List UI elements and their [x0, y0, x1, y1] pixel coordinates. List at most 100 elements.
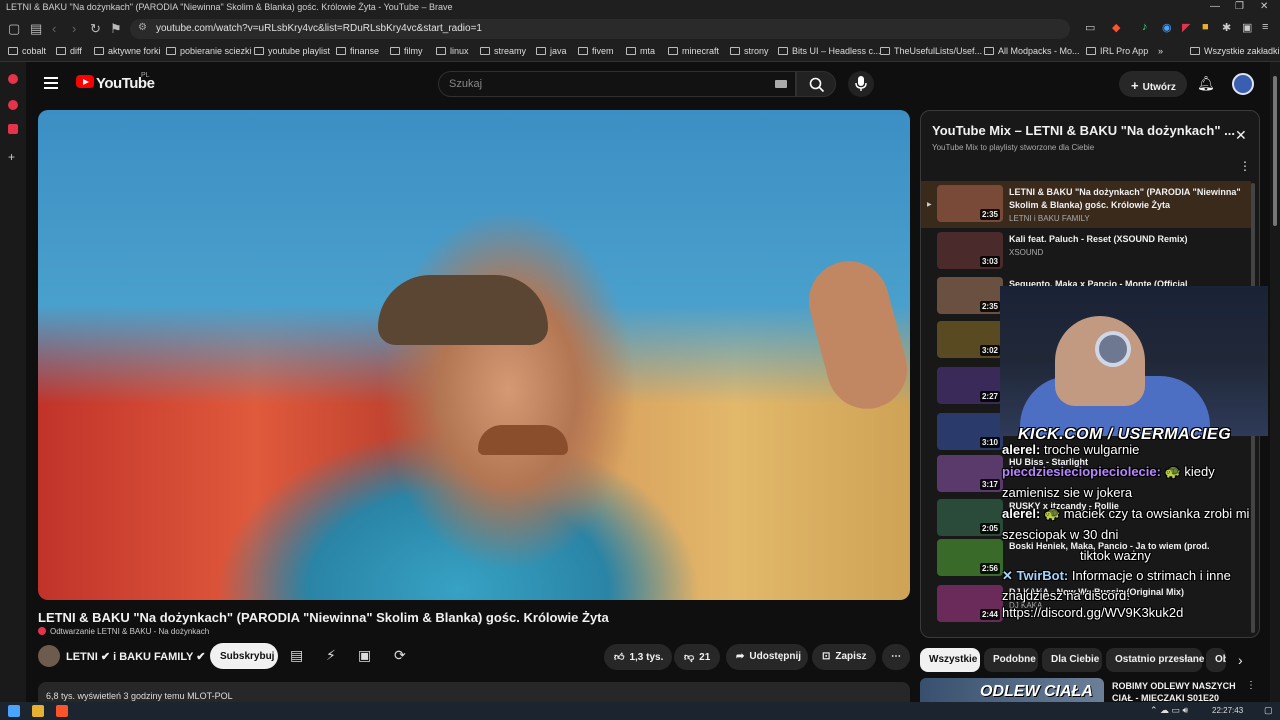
- related-more-icon[interactable]: ⋮: [1246, 680, 1256, 691]
- back-icon[interactable]: ‹: [52, 21, 56, 36]
- extensions-icon[interactable]: ✱: [1222, 21, 1231, 34]
- sidebar-add-icon[interactable]: +: [8, 150, 15, 164]
- lightning-icon[interactable]: ⚡︎: [326, 647, 336, 664]
- playlist-item[interactable]: ▶ 2:35 LETNI & BAKU "Na dożynkach" (PARO…: [921, 181, 1251, 228]
- minimize-icon[interactable]: —: [1210, 1, 1220, 12]
- menu-icon[interactable]: ≡: [1262, 21, 1268, 33]
- bookmark-folder[interactable]: minecraft: [668, 46, 719, 56]
- bookmark-item[interactable]: Bits UI – Headless c...: [778, 46, 881, 56]
- transcript-icon[interactable]: ▤: [290, 647, 303, 664]
- tabs-icon[interactable]: ▤: [30, 21, 42, 37]
- extension-music-icon[interactable]: ♪: [1142, 21, 1148, 33]
- account-avatar[interactable]: [1232, 73, 1254, 95]
- bookmark-favicon-icon: [778, 47, 788, 55]
- duration-badge: 2:27: [979, 391, 1000, 402]
- folder-icon: [668, 47, 678, 55]
- channel-name[interactable]: LETNI ✔ i BAKU FAMILY ✔: [66, 650, 205, 663]
- voice-search-button[interactable]: [848, 71, 874, 97]
- extension-yellow-icon[interactable]: ■: [1202, 21, 1209, 33]
- save-button[interactable]: ⊡ Zapisz: [812, 644, 876, 670]
- chat-text: Informacje o strimach i inne: [1071, 568, 1231, 583]
- notifications-bell-icon[interactable]: 🔔︎: [1197, 75, 1215, 92]
- chip-similar[interactable]: Podobne: [984, 648, 1038, 672]
- bookmark-folder[interactable]: mta: [626, 46, 655, 56]
- bookmark-folder[interactable]: linux: [436, 46, 469, 56]
- chat-message: tiktok ważny: [1080, 548, 1151, 563]
- search-input[interactable]: Szukaj: [438, 71, 796, 97]
- bookmark-item[interactable]: diff: [56, 46, 82, 56]
- share-button[interactable]: ➦ Udostępnij: [726, 644, 808, 670]
- chat-message: szesciopak w 30 dni: [1002, 527, 1118, 542]
- extension-audio-icon[interactable]: ◉: [1162, 21, 1172, 34]
- bookmark-folder[interactable]: streamy: [480, 46, 526, 56]
- brave-shield-icon[interactable]: ◆: [1112, 21, 1120, 34]
- playlist-more-icon[interactable]: ⋮: [1239, 159, 1251, 173]
- chip-more[interactable]: Ob: [1206, 648, 1226, 672]
- chip-for-you[interactable]: Dla Ciebie: [1042, 648, 1102, 672]
- taskbar: ⌃ ☁ ▭ 🔊︎ 22:27:43 ▢: [0, 702, 1280, 720]
- playlist-title[interactable]: YouTube Mix – LETNI & BAKU "Na dożynkach…: [932, 123, 1235, 138]
- hamburger-menu-icon[interactable]: [44, 77, 58, 89]
- notification-center-icon[interactable]: ▢: [1264, 705, 1273, 716]
- cast-icon[interactable]: ▭: [1085, 21, 1095, 34]
- more-actions-button[interactable]: ⋯: [882, 644, 910, 670]
- chip-recent[interactable]: Ostatnio przesłane: [1106, 648, 1204, 672]
- chip-all[interactable]: Wszystkie: [920, 648, 980, 672]
- bookmark-item[interactable]: TheUsefulLists/Usef...: [880, 46, 982, 56]
- loop-icon[interactable]: ⟳: [394, 647, 406, 664]
- dislike-button[interactable]: 👎︎ 21: [674, 644, 720, 670]
- maximize-icon[interactable]: ❐: [1235, 1, 1244, 12]
- sidebar-youtube-icon[interactable]: [8, 100, 18, 110]
- reload-icon[interactable]: ↻: [90, 21, 101, 37]
- playlist-item-title: Kali feat. Paluch - Reset (XSOUND Remix): [1009, 234, 1188, 244]
- bookmark-icon[interactable]: ⚑: [110, 21, 122, 37]
- bookmark-item[interactable]: youtube playlist: [254, 46, 330, 56]
- youtube-logo-icon[interactable]: [76, 75, 94, 88]
- channel-avatar[interactable]: [38, 645, 60, 667]
- close-playlist-icon[interactable]: ✕: [1235, 127, 1247, 144]
- duration-badge: 2:35: [979, 209, 1000, 220]
- all-bookmarks-folder[interactable]: Wszystkie zakładki: [1190, 46, 1280, 56]
- sidebar-toggle-icon[interactable]: ▢: [8, 21, 20, 37]
- tray-icons[interactable]: ⌃ ☁ ▭ 🔊︎: [1150, 705, 1188, 716]
- like-button[interactable]: 👍︎ 1,3 tys.: [604, 644, 672, 670]
- page-scrollbar[interactable]: [1270, 62, 1280, 702]
- video-player[interactable]: [38, 110, 910, 600]
- bookmark-item[interactable]: cobalt: [8, 46, 46, 56]
- close-window-icon[interactable]: ✕: [1260, 1, 1268, 12]
- bookmark-item[interactable]: pobieranie sciezki: [166, 46, 252, 56]
- duration-badge: 3:17: [979, 479, 1000, 490]
- bookmark-folder[interactable]: strony: [730, 46, 769, 56]
- sidebar-youtube-active-icon[interactable]: [8, 124, 18, 134]
- forward-icon[interactable]: ›: [72, 21, 76, 36]
- address-bar[interactable]: ⚙ youtube.com/watch?v=uRLsbKry4vc&list=R…: [130, 19, 1070, 39]
- related-video-title[interactable]: ROBIMY ODLEWY NASZYCH CIAŁ - MIECZAKI S0…: [1112, 680, 1240, 704]
- site-info-icon[interactable]: ⚙: [138, 22, 147, 33]
- playlist-thumbnail: 2:44: [937, 585, 1003, 622]
- keyboard-icon[interactable]: [775, 80, 787, 88]
- more-bookmarks-button[interactable]: »: [1158, 46, 1163, 56]
- playlist-item[interactable]: 3:03 Kali feat. Paluch - Reset (XSOUND R…: [921, 228, 1251, 275]
- create-button[interactable]: + Utwórz: [1119, 71, 1187, 97]
- sidebar-app-icon[interactable]: [8, 74, 18, 84]
- chevron-right-icon[interactable]: ›: [1238, 652, 1243, 668]
- bookmark-item[interactable]: aktywne forki: [94, 46, 161, 56]
- start-icon[interactable]: [8, 705, 20, 717]
- brave-taskbar-icon[interactable]: [56, 705, 68, 717]
- subscribe-button[interactable]: Subskrybuj: [210, 643, 278, 669]
- playing-from[interactable]: Odtwarzanie LETNI & BAKU - Na dożynkach: [38, 627, 209, 636]
- youtube-header: YouTube PL Szukaj + Utwórz 🔔︎: [26, 62, 1270, 106]
- bookmark-folder[interactable]: java: [536, 46, 567, 56]
- file-explorer-icon[interactable]: [32, 705, 44, 717]
- extension-red-icon[interactable]: ◤: [1182, 21, 1190, 34]
- bookmark-folder[interactable]: finanse: [336, 46, 379, 56]
- bookmark-item[interactable]: IRL Pro App: [1086, 46, 1148, 56]
- bookmark-item[interactable]: All Modpacks - Mo...: [984, 46, 1080, 56]
- image-icon[interactable]: ▣: [358, 647, 371, 664]
- video-frame-hair: [378, 275, 548, 345]
- chat-username: ✕ TwirBot:: [1002, 568, 1069, 583]
- bookmark-folder[interactable]: filmy: [390, 46, 423, 56]
- wallet-icon[interactable]: ▣: [1242, 21, 1252, 34]
- search-button[interactable]: [796, 71, 836, 97]
- bookmark-folder[interactable]: fivem: [578, 46, 614, 56]
